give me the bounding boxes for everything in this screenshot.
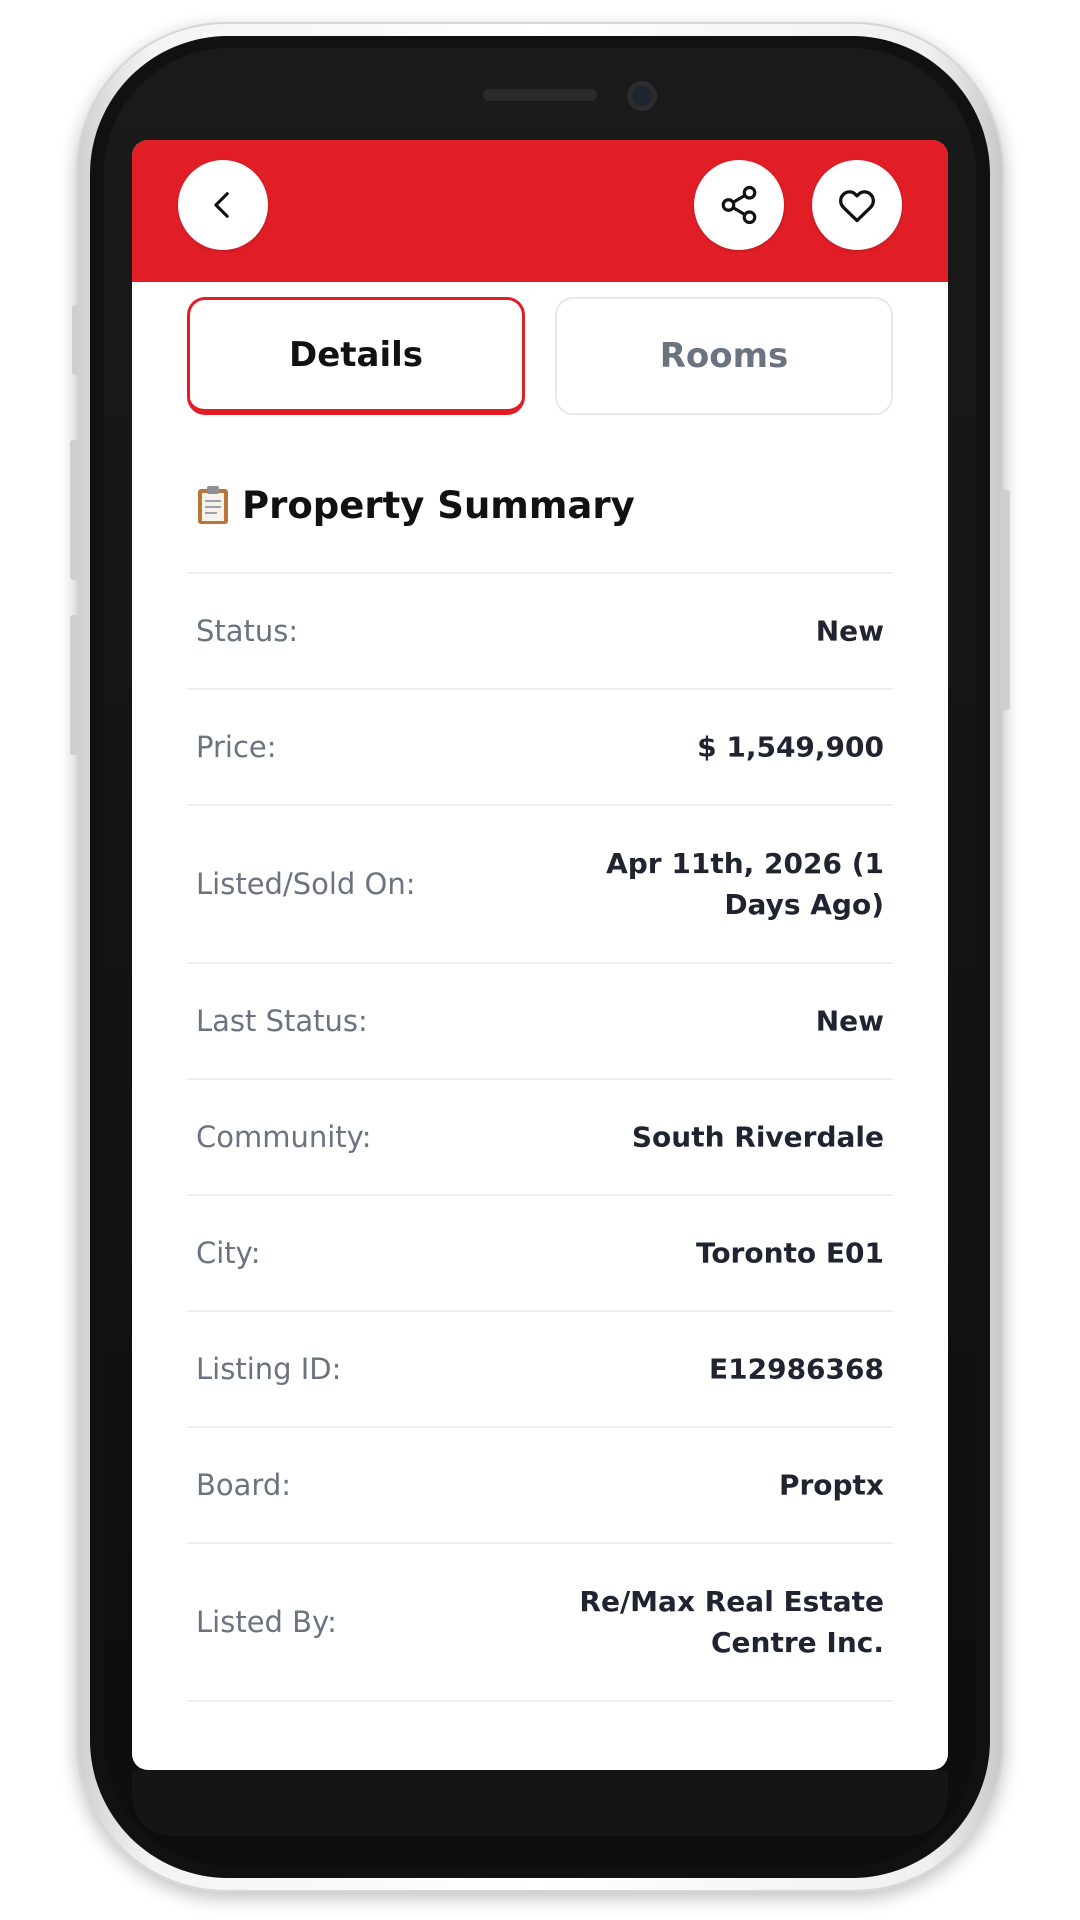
share-icon [721, 185, 757, 225]
summary-row-status: Status: New [187, 572, 893, 688]
row-value: South Riverdale [631, 1120, 884, 1154]
row-label: Community: [196, 1120, 372, 1154]
row-value: $ 1,549,900 [697, 730, 884, 764]
summary-row-board: Board: Proptx [187, 1426, 893, 1542]
power-button [1000, 490, 1010, 710]
screen-bottom-bezel [132, 1770, 948, 1836]
heart-icon [839, 190, 875, 223]
summary-row-city: City: Toronto E01 [187, 1194, 893, 1310]
row-label: Listed/Sold On: [196, 867, 416, 901]
speaker-grille [483, 89, 597, 101]
row-label: Status: [196, 614, 299, 648]
share-button[interactable] [694, 160, 784, 250]
row-value: Re/Max Real Estate Centre Inc. [579, 1585, 884, 1659]
row-label: Last Status: [196, 1004, 368, 1038]
clipboard-icon [198, 486, 228, 524]
section-title: Property Summary [242, 483, 635, 527]
favorite-button[interactable] [812, 160, 902, 250]
summary-row-listing-id: Listing ID: E12986368 [187, 1310, 893, 1426]
summary-row-price: Price: $ 1,549,900 [187, 688, 893, 804]
summary-row-community: Community: South Riverdale [187, 1078, 893, 1194]
row-value: Apr 11th, 2026 (1 Days Ago) [606, 847, 884, 921]
row-label: City: [196, 1236, 261, 1270]
back-button[interactable] [178, 160, 268, 250]
mute-switch [72, 305, 78, 375]
app-screen: Details Rooms Property Summary Status: N… [132, 140, 948, 1770]
summary-row-listed-sold-on: Listed/Sold On: Apr 11th, 2026 (1 Days A… [187, 804, 893, 962]
row-label: Listing ID: [196, 1352, 342, 1386]
row-label: Price: [196, 730, 277, 764]
front-camera-icon [627, 81, 657, 111]
row-value: New [815, 614, 884, 648]
row-value: Toronto E01 [695, 1236, 884, 1270]
row-value: E12986368 [709, 1352, 884, 1386]
summary-row-listed-by: Listed By: Re/Max Real Estate Centre Inc… [187, 1542, 893, 1700]
summary-row-last-status: Last Status: New [187, 962, 893, 1078]
property-summary-heading: Property Summary [196, 480, 635, 530]
tab-details[interactable]: Details [187, 297, 525, 415]
volume-down-button [70, 615, 78, 755]
row-value: New [815, 1004, 884, 1038]
header-bar [132, 140, 948, 282]
device-mockup: Details Rooms Property Summary Status: N… [0, 0, 1080, 1920]
row-label: Board: [196, 1468, 292, 1502]
divider [187, 1700, 893, 1702]
row-value: Proptx [778, 1468, 884, 1502]
volume-up-button [70, 440, 78, 580]
chevron-left-icon [214, 192, 229, 218]
row-label: Listed By: [196, 1605, 337, 1639]
tab-rooms[interactable]: Rooms [555, 297, 893, 415]
